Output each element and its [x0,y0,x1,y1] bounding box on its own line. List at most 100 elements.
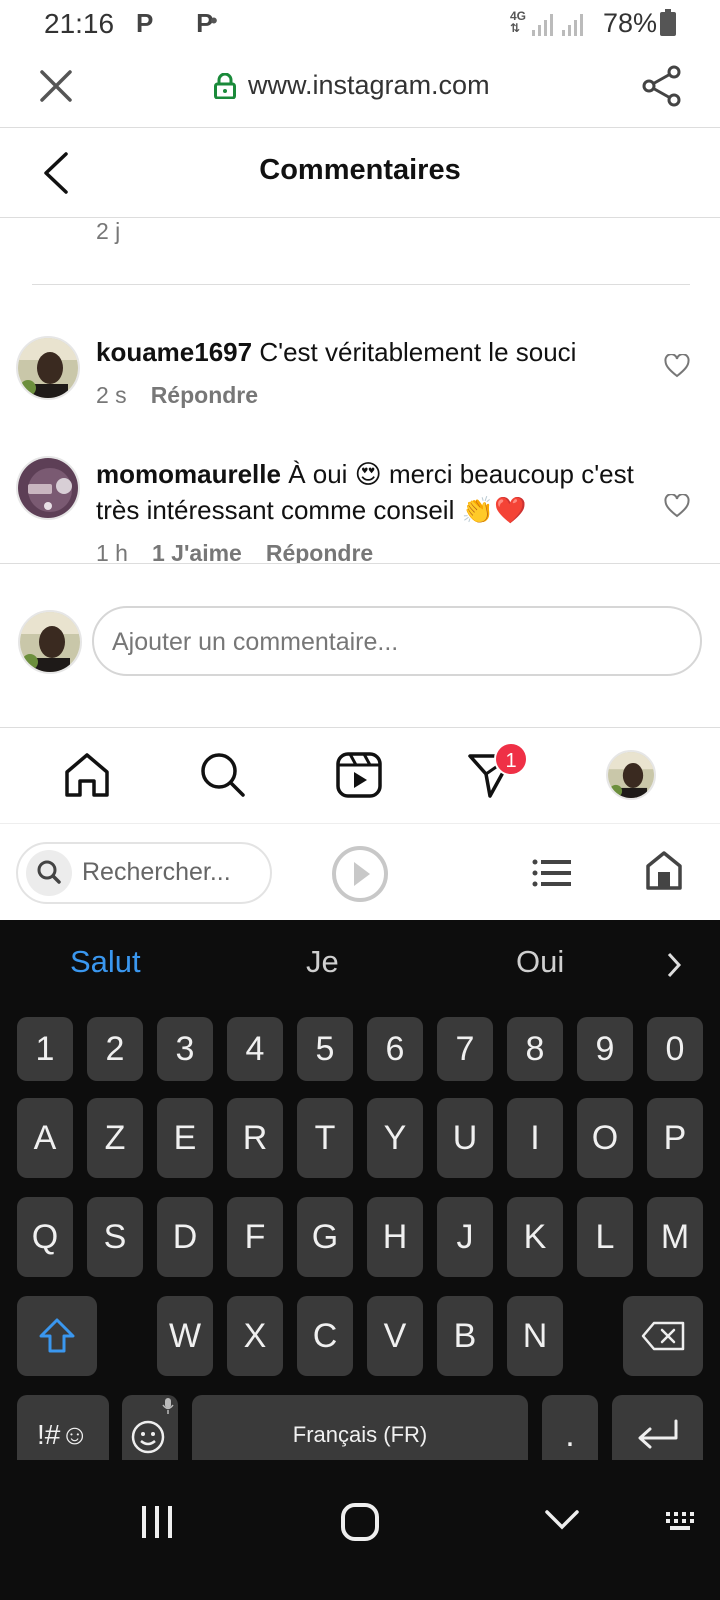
battery-level: 78% [603,8,658,38]
comments-list[interactable]: 2 j kouame1697 C'est véritablement le so… [0,218,720,564]
key[interactable]: L [577,1197,633,1277]
like-heart-icon[interactable] [664,354,690,378]
key[interactable]: E [157,1098,213,1178]
key[interactable]: X [227,1296,283,1376]
comment-username[interactable]: kouame1697 [96,337,252,367]
url-bar[interactable]: www.instagram.com [214,70,490,101]
key[interactable]: H [367,1197,423,1277]
divider [32,284,690,285]
key[interactable]: A [17,1098,73,1178]
comment-input[interactable]: Ajouter un commentaire... [92,606,702,676]
suggestion-item[interactable]: Oui [516,944,564,980]
shift-key[interactable] [17,1296,97,1376]
key[interactable]: R [227,1098,283,1178]
shift-icon [39,1318,75,1353]
key[interactable]: Q [17,1197,73,1277]
key[interactable]: N [507,1296,563,1376]
key[interactable]: F [227,1197,283,1277]
reply-button[interactable]: Répondre [266,540,373,563]
key[interactable]: T [297,1098,353,1178]
comment-time: 2 s [96,382,127,408]
likes-count[interactable]: 1 J'aime [152,540,242,563]
comments-header: Commentaires [0,128,720,218]
comment-meta: 2 s Répondre [96,382,258,409]
browser-search-placeholder: Rechercher... [82,858,231,886]
browser-toolbar: Rechercher... [0,824,720,920]
share-icon[interactable] [640,64,684,108]
browser-bar: www.instagram.com [0,50,720,128]
key[interactable]: 0 [647,1017,703,1081]
comment-meta: 1 h 1 J'aime Répondre [96,540,373,563]
network-type: 4G ⇅ [510,9,527,35]
key[interactable]: D [157,1197,213,1277]
system-nav-bar [0,1460,720,1600]
browser-home-icon[interactable] [646,850,682,890]
status-time: 21:16 [44,8,115,39]
key[interactable]: 2 [87,1017,143,1081]
signal-icon [532,12,553,36]
key[interactable]: K [507,1197,563,1277]
key[interactable]: 3 [157,1017,213,1081]
backspace-key[interactable] [623,1296,703,1376]
direct-badge: 1 [494,742,528,776]
key[interactable]: U [437,1098,493,1178]
key[interactable]: 5 [297,1017,353,1081]
reels-icon[interactable] [334,750,384,800]
comment-text: kouame1697 C'est véritablement le souci [96,334,636,370]
like-heart-icon[interactable] [664,494,690,518]
key[interactable]: 8 [507,1017,563,1081]
key[interactable]: G [297,1197,353,1277]
key[interactable]: C [297,1296,353,1376]
key[interactable]: 6 [367,1017,423,1081]
key[interactable]: B [437,1296,493,1376]
status-bar: 21:16 P P • 4G ⇅ 78% [0,0,720,50]
back-down-icon[interactable] [544,1508,580,1532]
chevron-right-icon[interactable] [664,950,684,980]
battery-icon [660,9,676,36]
comment-text: momomaurelle À oui 😍 merci beaucoup c'es… [96,456,636,528]
key[interactable]: 1 [17,1017,73,1081]
comment-username[interactable]: momomaurelle [96,459,281,489]
home-button-icon[interactable] [340,1502,380,1542]
close-icon[interactable] [38,68,74,104]
key[interactable]: Y [367,1098,423,1178]
add-comment-bar: Ajouter un commentaire... [0,564,720,728]
suggestion-item[interactable]: Salut [70,944,141,980]
key[interactable]: O [577,1098,633,1178]
avatar[interactable] [16,336,80,400]
lock-icon [214,72,236,99]
suggestion-bar: Salut Je Oui [0,920,720,1008]
key[interactable]: S [87,1197,143,1277]
list-icon[interactable] [532,858,572,888]
key[interactable]: I [507,1098,563,1178]
page-title: Commentaires [259,154,461,186]
notification-dot: • [210,8,218,33]
key[interactable]: W [157,1296,213,1376]
backspace-icon [641,1321,685,1351]
key[interactable]: 9 [577,1017,633,1081]
url-text: www.instagram.com [248,70,490,100]
reply-button[interactable]: Répondre [151,382,258,409]
home-icon[interactable] [62,750,112,800]
enter-icon [638,1419,677,1449]
suggestion-item[interactable]: Je [306,944,339,980]
profile-avatar[interactable] [606,750,656,800]
search-icon[interactable] [198,750,248,800]
instagram-bottom-nav: 1 [0,728,720,824]
keyboard-icon[interactable] [664,1510,698,1532]
avatar[interactable] [16,456,80,520]
current-user-avatar [18,610,82,674]
key[interactable]: 7 [437,1017,493,1081]
search-icon [26,850,72,896]
play-icon[interactable] [330,844,390,904]
key[interactable]: P [647,1098,703,1178]
key[interactable]: Z [87,1098,143,1178]
key[interactable]: M [647,1197,703,1277]
key[interactable]: J [437,1197,493,1277]
comment-body: C'est véritablement le souci [259,337,577,367]
key[interactable]: V [367,1296,423,1376]
browser-search-box[interactable]: Rechercher... [16,842,272,904]
key[interactable]: 4 [227,1017,283,1081]
recents-icon[interactable] [140,1504,176,1540]
microphone-icon [162,1398,174,1414]
